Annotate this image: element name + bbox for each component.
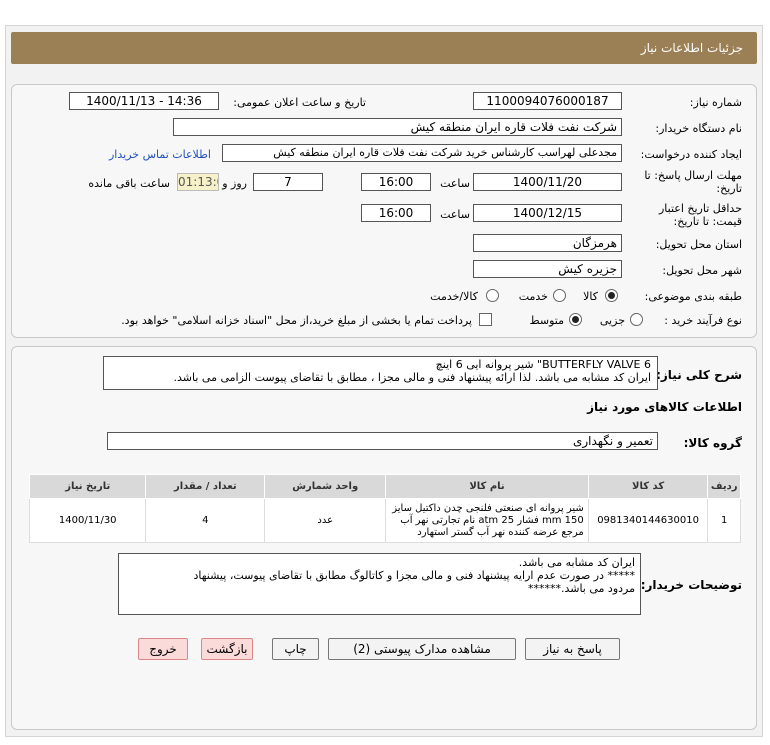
cell-qty: 4 bbox=[145, 498, 266, 543]
cell-code: 0981340144630010 bbox=[587, 498, 709, 543]
days-label: روز و bbox=[222, 177, 247, 190]
summary-box: BUTTERFLY VALVE 6" شیر پروانه ایی 6 اینچ… bbox=[103, 356, 658, 390]
col-header-row: ردیف bbox=[707, 474, 741, 499]
category-option-both: کالا/خدمت bbox=[430, 290, 478, 303]
summary-line-2: ایران کد مشابه می باشد. لذا ارائه پیشنها… bbox=[173, 371, 651, 384]
process-option-minor: جزیی bbox=[599, 314, 625, 327]
cell-date: 1400/11/30 bbox=[28, 498, 147, 543]
price-time-label: ساعت bbox=[440, 208, 470, 221]
exit-button[interactable]: خروج bbox=[138, 638, 188, 660]
cell-unit: عدد bbox=[264, 498, 387, 543]
table-row: 1 0981340144630010 شیر پروانه ای صنعتی ف… bbox=[28, 498, 741, 543]
send-time-label: ساعت bbox=[440, 177, 470, 190]
buyer-notes-line-1: ایران کد مشابه می باشد. bbox=[518, 556, 635, 569]
remaining-time-field: 01:13:06 bbox=[177, 173, 219, 191]
cell-name: شیر پروانه ای صنعتی فلنجی چدن داکتیل سای… bbox=[385, 498, 589, 543]
creator-label: ایجاد کننده درخواست: bbox=[640, 148, 742, 161]
print-button[interactable]: چاپ bbox=[272, 638, 319, 660]
reply-button[interactable]: پاسخ به نیاز bbox=[525, 638, 620, 660]
send-deadline-label-2: تاریخ: bbox=[716, 182, 742, 195]
summary-label: شرح کلی نیاز: bbox=[656, 368, 742, 382]
province-field: هرمزگان bbox=[473, 234, 622, 252]
buyer-notes-box: ایران کد مشابه می باشد. ***** در صورت عد… bbox=[118, 553, 641, 615]
announce-label: تاریخ و ساعت اعلان عمومی: bbox=[233, 96, 366, 109]
price-validity-label-2: قیمت: تا تاریخ: bbox=[673, 215, 742, 228]
process-radio-minor[interactable] bbox=[630, 313, 643, 326]
buyer-contact-link[interactable]: اطلاعات تماس خریدار bbox=[109, 148, 211, 161]
attachments-button[interactable]: مشاهده مدارک پیوستی (2) bbox=[328, 638, 516, 660]
need-number-field: 1100094076000187 bbox=[473, 92, 622, 110]
category-option-service: خدمت bbox=[518, 290, 548, 303]
goods-table-header: ردیف کد کالا نام کالا واحد شمارش تعداد /… bbox=[28, 474, 741, 499]
col-header-qty: تعداد / مقدار bbox=[145, 474, 266, 499]
province-label: استان محل تحویل: bbox=[655, 238, 742, 251]
send-date-field: 1400/11/20 bbox=[473, 173, 622, 191]
goods-group-label: گروه کالا: bbox=[683, 436, 742, 450]
col-header-name: نام کالا bbox=[385, 474, 589, 499]
send-time-field: 16:00 bbox=[361, 173, 431, 191]
goods-section-title: اطلاعات کالاهای مورد نیاز bbox=[587, 400, 742, 414]
send-deadline-label: مهلت ارسال پاسخ: تا bbox=[644, 169, 742, 182]
col-header-date: تاریخ نیاز bbox=[28, 474, 147, 499]
header-bar: جزئیات اطلاعات نیاز bbox=[11, 32, 757, 64]
days-field: 7 bbox=[253, 173, 323, 191]
back-button[interactable]: بازگشت bbox=[201, 638, 253, 660]
treasury-note: پرداخت تمام یا بخشی از مبلغ خرید،از محل … bbox=[121, 314, 472, 327]
buyer-org-field: شرکت نفت فلات قاره ایران منطقه کیش bbox=[173, 118, 622, 136]
process-option-medium: متوسط bbox=[529, 314, 564, 327]
price-time-field: 16:00 bbox=[361, 204, 431, 222]
goods-table: ردیف کد کالا نام کالا واحد شمارش تعداد /… bbox=[28, 474, 741, 543]
col-header-unit: واحد شمارش bbox=[264, 474, 387, 499]
process-label: نوع فرآیند خرید : bbox=[664, 314, 742, 327]
price-validity-label: حداقل تاریخ اعتبار bbox=[658, 202, 742, 215]
creator-field: مجدعلی لهراسب کارشناس خرید شرکت نفت فلات… bbox=[222, 144, 622, 162]
need-number-label: شماره نیاز: bbox=[689, 96, 742, 109]
buyer-notes-line-3: مردود می باشد.****** bbox=[527, 582, 635, 595]
page-title: جزئیات اطلاعات نیاز bbox=[640, 41, 743, 55]
category-label: طبقه بندی موضوعی: bbox=[644, 290, 742, 303]
summary-line-1: BUTTERFLY VALVE 6" شیر پروانه ایی 6 اینچ bbox=[435, 358, 651, 371]
city-field: جزیره کیش bbox=[473, 260, 622, 278]
treasury-checkbox[interactable] bbox=[479, 313, 492, 326]
goods-group-field: تعمیر و نگهداری bbox=[107, 432, 658, 450]
buyer-notes-label: توضیحات خریدار: bbox=[640, 578, 742, 592]
process-radio-medium[interactable] bbox=[569, 313, 582, 326]
price-date-field: 1400/12/15 bbox=[473, 204, 622, 222]
cell-row: 1 bbox=[707, 498, 741, 543]
category-radio-both[interactable] bbox=[486, 289, 499, 302]
remaining-label: ساعت باقی مانده bbox=[88, 177, 170, 190]
city-label: شهر محل تحویل: bbox=[662, 264, 742, 277]
category-radio-goods[interactable] bbox=[605, 289, 618, 302]
category-option-goods: کالا bbox=[583, 290, 598, 303]
buyer-notes-line-2: ***** در صورت عدم ارایه پیشنهاد فنی و ما… bbox=[193, 569, 635, 582]
buyer-org-label: نام دستگاه خریدار: bbox=[655, 122, 742, 135]
col-header-code: کد کالا bbox=[587, 474, 709, 499]
category-radio-service[interactable] bbox=[553, 289, 566, 302]
announce-field: 1400/11/13 - 14:36 bbox=[69, 92, 219, 110]
